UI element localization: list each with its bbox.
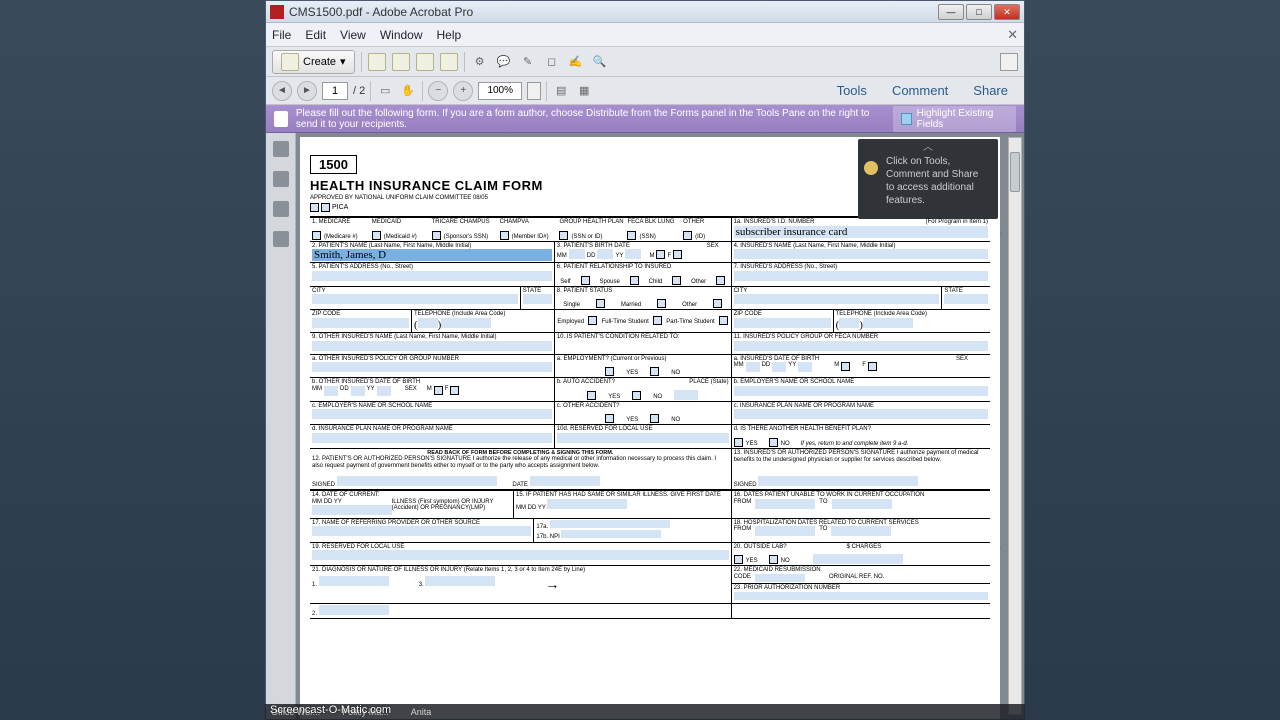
highlight-fields-button[interactable]: Highlight Existing Fields xyxy=(893,106,1016,132)
zoom-dropdown-icon[interactable] xyxy=(527,82,541,100)
watermark: Screencast-O-Matic.com xyxy=(270,704,391,716)
patient-name-field[interactable]: Smith, James, D xyxy=(312,249,552,261)
medicaid-checkbox[interactable] xyxy=(372,231,381,240)
lightbulb-icon xyxy=(864,161,878,175)
fit-width-icon[interactable]: ▤ xyxy=(552,82,570,100)
acrobat-icon xyxy=(270,5,284,19)
document-area: ▲ ▼ PATIENT AND INSURED INFORMATION ︿ Cl… xyxy=(296,133,1024,719)
window-title: CMS1500.pdf - Adobe Acrobat Pro xyxy=(289,5,938,19)
stamp-icon[interactable]: ◻ xyxy=(543,53,561,71)
thumbnails-icon[interactable] xyxy=(273,141,289,157)
champva-checkbox[interactable] xyxy=(500,231,509,240)
chevron-up-icon: ︿ xyxy=(923,141,933,154)
form-infobar: Please fill out the following form. If y… xyxy=(266,105,1024,133)
sex-m-checkbox[interactable] xyxy=(656,250,665,259)
hand-tool-icon[interactable]: ✋ xyxy=(399,82,417,100)
pica-checkbox[interactable] xyxy=(310,203,319,212)
vertical-scrollbar[interactable] xyxy=(1008,137,1022,715)
expand-icon[interactable] xyxy=(1000,53,1018,71)
minimize-button[interactable]: — xyxy=(938,4,964,20)
open-icon[interactable] xyxy=(368,53,386,71)
prev-page-icon[interactable]: ◄ xyxy=(272,81,292,101)
toolbar: Create ▾ ⚙ 💬 ✎ ◻ ✍ 🔍 xyxy=(266,47,1024,77)
attachments-icon[interactable] xyxy=(273,201,289,217)
app-window: CMS1500.pdf - Adobe Acrobat Pro — □ ✕ Fi… xyxy=(265,0,1025,720)
insured-name-field[interactable] xyxy=(734,249,988,259)
fit-page-icon[interactable]: ▦ xyxy=(575,82,593,100)
print-icon[interactable] xyxy=(416,53,434,71)
cms1500-form: ︿ Click on Tools, Comment and Share to a… xyxy=(300,137,1000,719)
feature-callout[interactable]: ︿ Click on Tools, Comment and Share to a… xyxy=(858,139,998,219)
zoom-input[interactable]: 100% xyxy=(478,82,522,100)
sex-f-checkbox[interactable] xyxy=(673,250,682,259)
other-plan-checkbox[interactable] xyxy=(683,231,692,240)
insured-address-field[interactable] xyxy=(734,271,988,281)
bookmarks-icon[interactable] xyxy=(273,171,289,187)
titlebar: CMS1500.pdf - Adobe Acrobat Pro — □ ✕ xyxy=(266,1,1024,23)
medicare-checkbox[interactable] xyxy=(312,231,321,240)
checkbox-icon xyxy=(901,113,912,125)
doc-close-button[interactable]: ✕ xyxy=(1007,27,1018,43)
menu-edit[interactable]: Edit xyxy=(305,28,326,42)
page-count: / 2 xyxy=(353,85,365,97)
group-checkbox[interactable] xyxy=(559,231,568,240)
insured-id-field[interactable]: subscriber insurance card xyxy=(734,226,988,238)
patient-signature-field[interactable] xyxy=(337,476,497,486)
tools-pane[interactable]: Tools xyxy=(827,83,877,98)
close-button[interactable]: ✕ xyxy=(994,4,1020,20)
gear-icon[interactable]: ⚙ xyxy=(471,53,489,71)
navigation-panel xyxy=(266,133,296,719)
next-page-icon[interactable]: ► xyxy=(297,81,317,101)
menu-view[interactable]: View xyxy=(340,28,366,42)
save-icon[interactable] xyxy=(392,53,410,71)
search-icon[interactable]: 🔍 xyxy=(591,53,609,71)
email-icon[interactable] xyxy=(440,53,458,71)
menu-window[interactable]: Window xyxy=(380,28,423,42)
form-code: 1500 xyxy=(310,155,357,174)
info-message: Please fill out the following form. If y… xyxy=(296,108,893,130)
feca-checkbox[interactable] xyxy=(627,231,636,240)
maximize-button[interactable]: □ xyxy=(966,4,992,20)
page-number-input[interactable]: 1 xyxy=(322,82,348,100)
patient-address-field[interactable] xyxy=(312,271,552,281)
menu-file[interactable]: File xyxy=(272,28,291,42)
share-pane[interactable]: Share xyxy=(963,83,1018,98)
create-icon xyxy=(281,53,299,71)
menubar: File Edit View Window Help ✕ xyxy=(266,23,1024,47)
create-button[interactable]: Create ▾ xyxy=(272,50,355,74)
menu-help[interactable]: Help xyxy=(437,28,462,42)
form-icon xyxy=(274,111,288,127)
insured-signature-field[interactable] xyxy=(758,476,918,486)
dropdown-icon: ▾ xyxy=(340,55,346,68)
select-tool-icon[interactable]: ▭ xyxy=(376,82,394,100)
highlight-icon[interactable]: ✎ xyxy=(519,53,537,71)
navbar: ◄ ► 1 / 2 ▭ ✋ − + 100% ▤ ▦ Tools Comment… xyxy=(266,77,1024,105)
signatures-icon[interactable] xyxy=(273,231,289,247)
comment-bubble-icon[interactable]: 💬 xyxy=(495,53,513,71)
tricare-checkbox[interactable] xyxy=(432,231,441,240)
taskbar-item[interactable]: Anita xyxy=(411,707,432,717)
zoom-in-icon[interactable]: + xyxy=(453,81,473,101)
zoom-out-icon[interactable]: − xyxy=(428,81,448,101)
sign-icon[interactable]: ✍ xyxy=(567,53,585,71)
comment-pane[interactable]: Comment xyxy=(882,83,958,98)
